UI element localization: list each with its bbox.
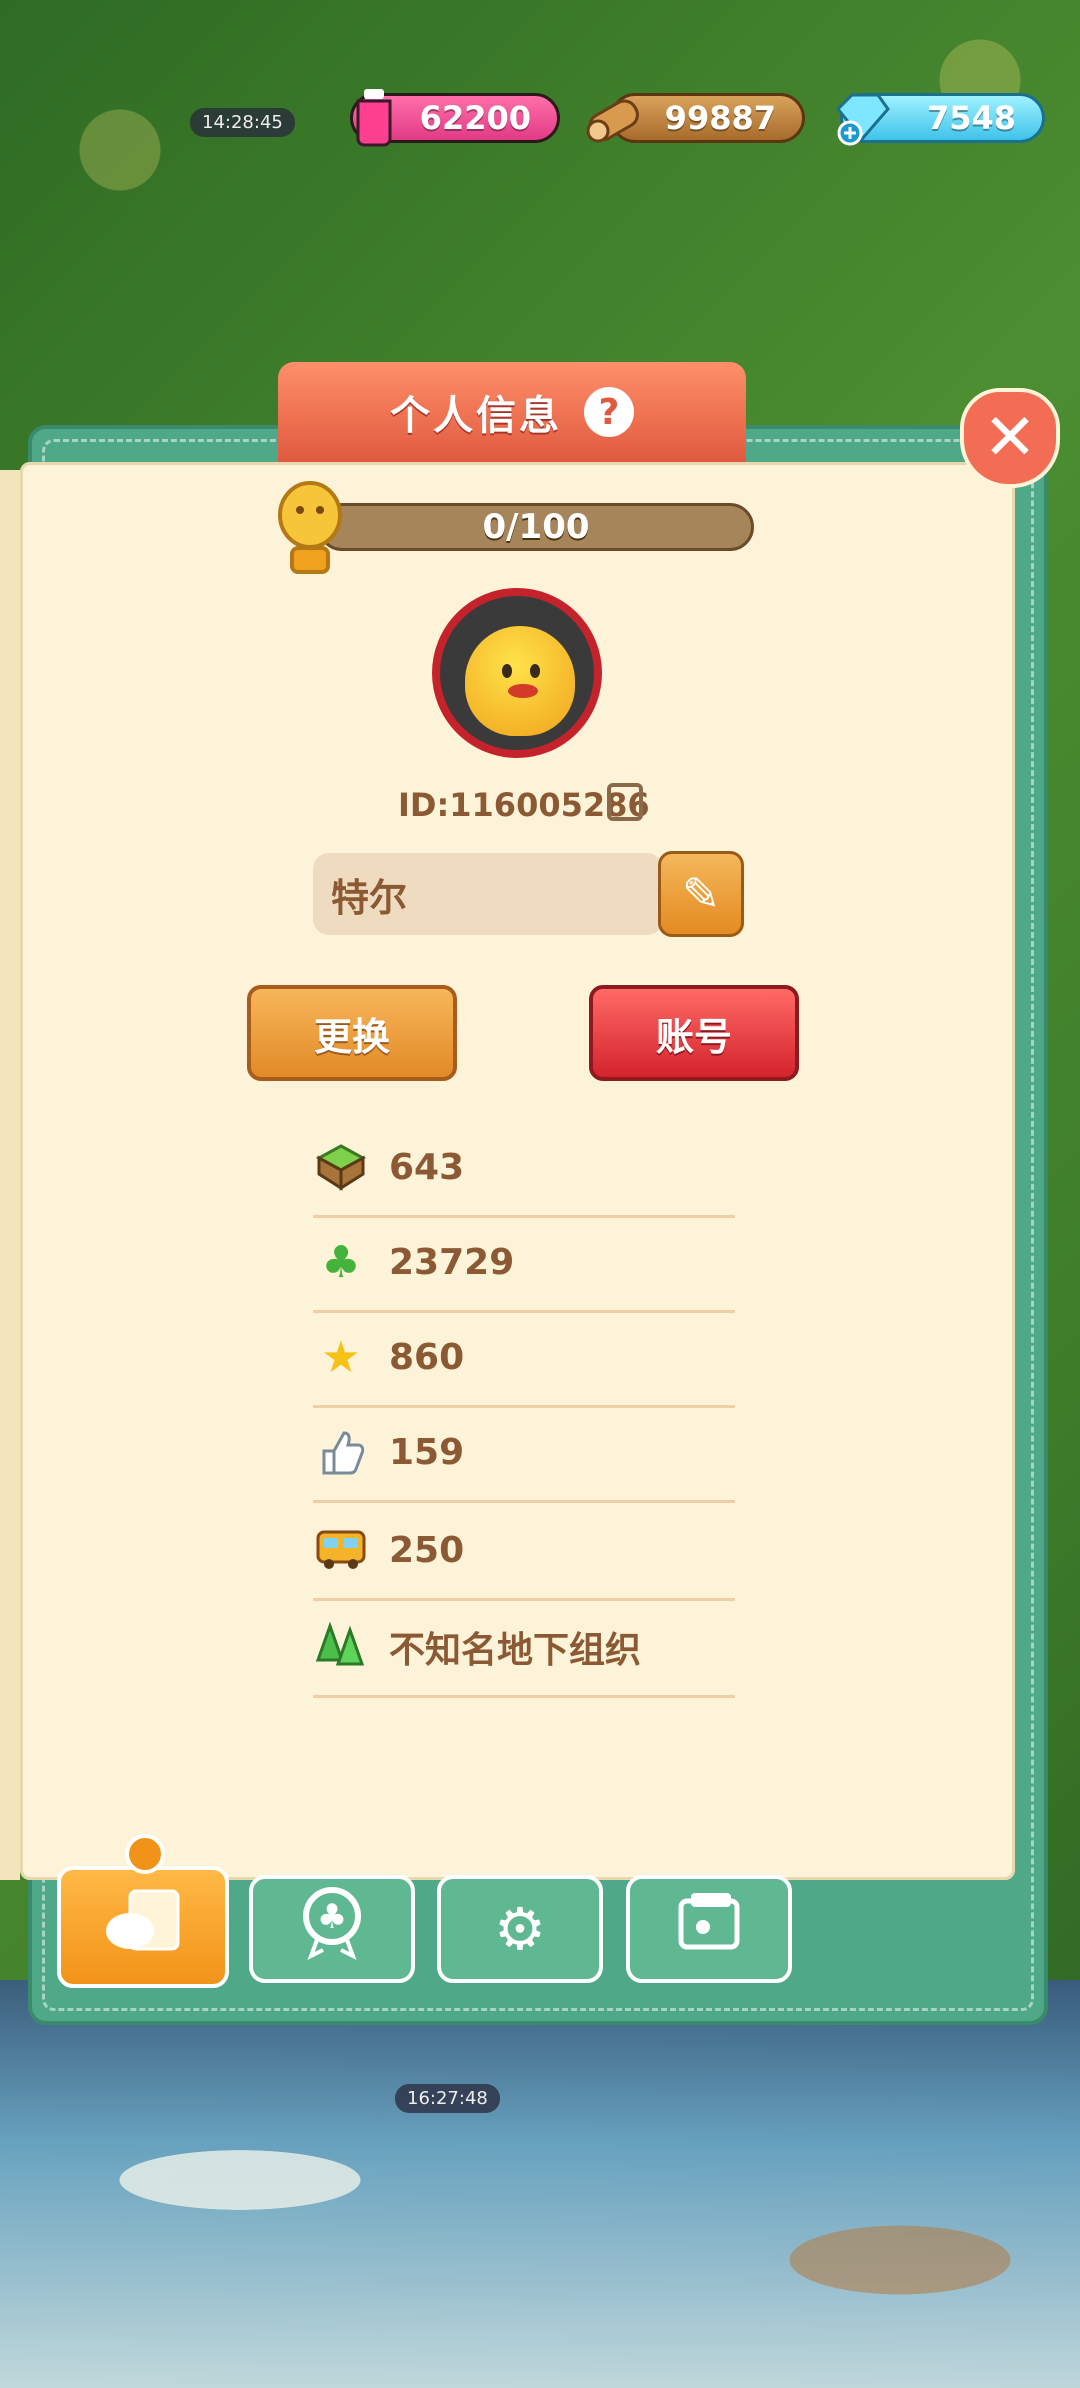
star-icon: ★ (321, 1331, 361, 1383)
change-avatar-button[interactable]: 更换 (247, 985, 457, 1081)
settings-tab[interactable]: ⚙ (437, 1875, 603, 1983)
building-timer: 14:28:45 (190, 108, 295, 137)
land-block-icon (313, 1139, 369, 1195)
stat-value: 643 (389, 1146, 465, 1188)
account-button[interactable]: 账号 (589, 985, 799, 1081)
guild-name: 不知名地下组织 (389, 1630, 642, 1671)
svg-text:♣: ♣ (317, 1897, 347, 1937)
photo-album-icon (673, 1889, 745, 1969)
chick-avatar-icon (465, 626, 575, 736)
avatar[interactable] (432, 588, 602, 758)
avatar-eye (502, 664, 512, 678)
profile-card-icon (100, 1885, 186, 1969)
badge-icon: ♣ (297, 1884, 367, 1974)
stat-row-clover: ♣ 23729 (313, 1214, 735, 1313)
bus-icon (313, 1522, 369, 1578)
stat-value: 23729 (389, 1241, 515, 1283)
thumbs-up-icon (313, 1424, 369, 1480)
progress-text: 0/100 (482, 507, 590, 547)
close-icon: ✕ (983, 401, 1037, 475)
copy-id-icon[interactable] (607, 783, 643, 821)
stat-value: 159 (389, 1431, 465, 1473)
potion-icon (342, 85, 406, 149)
help-button[interactable]: ? (584, 387, 634, 437)
trophy-icon (270, 470, 350, 580)
panel-title: 个人信息 (390, 393, 562, 439)
edit-name-button[interactable]: ✎ (658, 851, 744, 937)
page-spine (0, 470, 20, 1880)
clover-icon: ♣ (321, 1236, 361, 1288)
stat-row-bus: 250 (313, 1502, 735, 1601)
stat-row-land: 643 (313, 1119, 735, 1218)
avatar-eye (530, 664, 540, 678)
photo-album-tab[interactable] (626, 1875, 792, 1983)
wood-count: 99887 (664, 99, 776, 137)
pencil-icon: ✎ (681, 867, 721, 921)
username-text: 特尔 (331, 875, 408, 920)
wood-log-icon (582, 85, 646, 149)
stat-row-guild: 不知名地下组织 (313, 1599, 735, 1698)
trees-icon (313, 1619, 369, 1675)
level-progress-bar: 0/100 (318, 503, 754, 551)
stat-row-likes: 159 (313, 1404, 735, 1503)
username-field[interactable]: 特尔 (313, 853, 663, 935)
panel-title-tab: 个人信息 ? (278, 362, 746, 462)
stat-row-star: ★ 860 (313, 1309, 735, 1408)
gem-icon (830, 85, 894, 149)
tab-tag-ring (125, 1834, 165, 1874)
profile-card-tab[interactable] (57, 1834, 229, 1988)
badge-tab[interactable]: ♣ (249, 1875, 415, 1983)
stat-value: 860 (389, 1336, 465, 1378)
potion-count: 62200 (419, 99, 531, 137)
gear-icon: ⚙ (494, 1895, 546, 1963)
stat-value: 250 (389, 1529, 465, 1571)
gem-count: 7548 (926, 99, 1016, 137)
close-button[interactable]: ✕ (960, 388, 1060, 488)
avatar-beak (508, 684, 538, 698)
building-timer-bottom: 16:27:48 (395, 2084, 500, 2113)
game-map-bottom-area (0, 1980, 1080, 2388)
